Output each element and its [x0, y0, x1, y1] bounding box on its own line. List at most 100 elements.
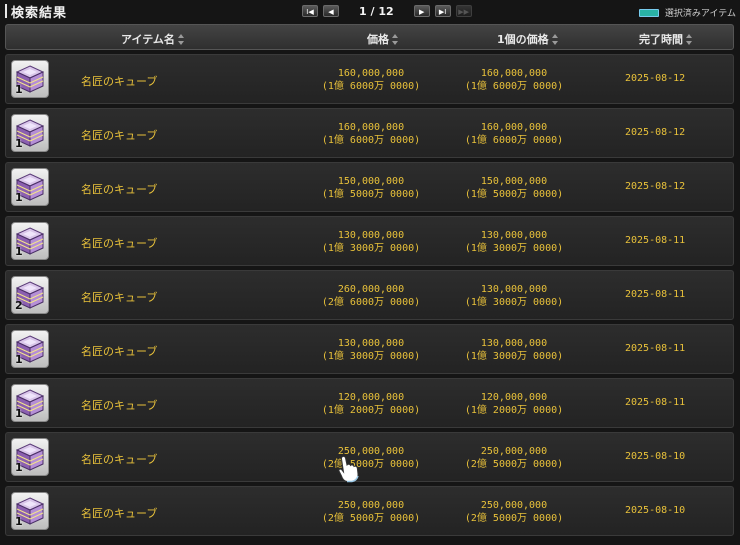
item-unit-price-breakdown: (1億 6000万 0000)	[464, 81, 564, 92]
column-price-label: 価格	[367, 33, 389, 46]
item-unit-price-value: 130,000,000	[480, 284, 548, 295]
item-unit-price-value: 130,000,000	[480, 338, 548, 349]
table-row[interactable]: 2 名匠のキューブ 260,000,000 (2億 6000万 0000) 13…	[5, 270, 734, 320]
item-price-breakdown: (1億 3000万 0000)	[321, 351, 421, 362]
item-unit-price-value: 160,000,000	[480, 68, 548, 79]
item-price: 120,000,000 (1億 2000万 0000)	[311, 391, 431, 417]
column-end-time[interactable]: 完了時間	[639, 31, 693, 47]
cube-icon: 1	[11, 114, 49, 152]
item-unit-price-breakdown: (1億 3000万 0000)	[464, 351, 564, 362]
table-row[interactable]: 1 名匠のキューブ 130,000,000 (1億 3000万 0000) 13…	[5, 324, 734, 374]
item-unit-price-value: 150,000,000	[480, 176, 548, 187]
item-name: 名匠のキューブ	[81, 237, 158, 250]
item-unit-price-breakdown: (1億 6000万 0000)	[464, 135, 564, 146]
sort-icon	[392, 33, 399, 45]
item-name: 名匠のキューブ	[81, 183, 158, 196]
column-unit-price[interactable]: 1個の価格	[497, 31, 559, 47]
item-price-breakdown: (1億 6000万 0000)	[321, 135, 421, 146]
item-name: 名匠のキューブ	[81, 345, 158, 358]
item-quantity: 1	[15, 137, 23, 150]
item-price: 250,000,000 (2億 5000万 0000)	[311, 499, 431, 525]
pagination: I◀ ◀ 1 / 12 ▶ ▶I ▶▶	[302, 4, 477, 18]
item-price-value: 250,000,000	[337, 500, 405, 511]
selected-legend: 選択済みアイテム	[638, 6, 736, 19]
item-price: 130,000,000 (1億 3000万 0000)	[311, 229, 431, 255]
item-unit-price: 130,000,000 (1億 3000万 0000)	[454, 337, 574, 363]
item-price: 150,000,000 (1億 5000万 0000)	[311, 175, 431, 201]
cube-icon: 1	[11, 492, 49, 530]
item-unit-price-breakdown: (1億 2000万 0000)	[464, 405, 564, 416]
item-end-date: 2025-08-12	[625, 127, 686, 138]
cube-icon: 1	[11, 222, 49, 260]
skip-pages-button[interactable]: ▶▶	[455, 5, 472, 17]
title-accent-bar	[5, 4, 7, 18]
last-page-button[interactable]: ▶I	[434, 5, 451, 17]
cube-icon: 2	[11, 276, 49, 314]
item-name: 名匠のキューブ	[81, 399, 158, 412]
item-quantity: 1	[15, 353, 23, 366]
item-price-breakdown: (1億 6000万 0000)	[321, 81, 421, 92]
item-price-breakdown: (2億 6000万 0000)	[321, 297, 421, 308]
cube-icon: 1	[11, 384, 49, 422]
table-header: アイテム名 価格 1個の価格 完了時間	[5, 24, 734, 50]
item-quantity: 1	[15, 515, 23, 528]
sort-icon	[177, 33, 185, 45]
item-price-value: 160,000,000	[337, 122, 405, 133]
selected-legend-label: 選択済みアイテム	[664, 9, 736, 19]
item-price: 130,000,000 (1億 3000万 0000)	[311, 337, 431, 363]
item-unit-price-value: 250,000,000	[480, 446, 548, 457]
item-price-value: 160,000,000	[337, 68, 405, 79]
item-name: 名匠のキューブ	[81, 129, 158, 142]
item-price-breakdown: (1億 3000万 0000)	[321, 243, 421, 254]
column-item-name[interactable]: アイテム名	[121, 31, 185, 47]
cube-icon: 1	[11, 60, 49, 98]
item-price: 160,000,000 (1億 6000万 0000)	[311, 67, 431, 93]
cube-icon: 1	[11, 438, 49, 476]
table-row[interactable]: 1 名匠のキューブ 250,000,000 (2億 5000万 0000) 25…	[5, 432, 734, 482]
item-price: 250,000,000 (2億 5000万 0000)	[311, 445, 431, 471]
item-quantity: 2	[15, 299, 23, 312]
item-price-breakdown: (2億 5000万 0000)	[321, 459, 421, 470]
table-row[interactable]: 1 名匠のキューブ 150,000,000 (1億 5000万 0000) 15…	[5, 162, 734, 212]
item-end-date: 2025-08-10	[625, 451, 686, 462]
first-page-button[interactable]: I◀	[302, 5, 318, 17]
column-price[interactable]: 価格	[367, 31, 399, 47]
table-row[interactable]: 1 名匠のキューブ 120,000,000 (1億 2000万 0000) 12…	[5, 378, 734, 428]
table-row[interactable]: 1 名匠のキューブ 250,000,000 (2億 5000万 0000) 25…	[5, 486, 734, 536]
item-unit-price: 130,000,000 (1億 3000万 0000)	[454, 283, 574, 309]
item-name: 名匠のキューブ	[81, 75, 158, 88]
cube-icon: 1	[11, 168, 49, 206]
item-quantity: 1	[15, 407, 23, 420]
item-unit-price-value: 250,000,000	[480, 500, 548, 511]
page-indicator: 1 / 12	[359, 4, 394, 18]
item-end-date: 2025-08-11	[625, 289, 686, 300]
item-unit-price: 250,000,000 (2億 5000万 0000)	[454, 499, 574, 525]
item-end-date: 2025-08-12	[625, 73, 686, 84]
item-name: 名匠のキューブ	[81, 291, 158, 304]
page-title: 検索結果	[11, 5, 68, 21]
item-unit-price-value: 120,000,000	[480, 392, 548, 403]
item-quantity: 1	[15, 461, 23, 474]
prev-page-button[interactable]: ◀	[323, 5, 339, 17]
column-unit-price-label: 1個の価格	[497, 33, 549, 46]
column-end-time-label: 完了時間	[639, 33, 683, 46]
item-end-date: 2025-08-11	[625, 235, 686, 246]
item-price: 260,000,000 (2億 6000万 0000)	[311, 283, 431, 309]
table-row[interactable]: 1 名匠のキューブ 160,000,000 (1億 6000万 0000) 16…	[5, 54, 734, 104]
item-unit-price-breakdown: (1億 3000万 0000)	[464, 297, 564, 308]
item-unit-price-breakdown: (2億 5000万 0000)	[464, 513, 564, 524]
item-unit-price-breakdown: (1億 5000万 0000)	[464, 189, 564, 200]
item-unit-price: 150,000,000 (1億 5000万 0000)	[454, 175, 574, 201]
next-page-button[interactable]: ▶	[413, 5, 430, 17]
selected-legend-swatch	[638, 8, 659, 17]
table-row[interactable]: 1 名匠のキューブ 130,000,000 (1億 3000万 0000) 13…	[5, 216, 734, 266]
item-quantity: 1	[15, 245, 23, 258]
item-end-date: 2025-08-11	[625, 343, 686, 354]
item-name: 名匠のキューブ	[81, 507, 158, 520]
item-quantity: 1	[15, 83, 23, 96]
item-end-date: 2025-08-12	[625, 181, 686, 192]
item-unit-price-breakdown: (1億 3000万 0000)	[464, 243, 564, 254]
table-row[interactable]: 1 名匠のキューブ 160,000,000 (1億 6000万 0000) 16…	[5, 108, 734, 158]
hand-cursor-icon	[338, 455, 359, 483]
sort-icon	[686, 33, 693, 45]
